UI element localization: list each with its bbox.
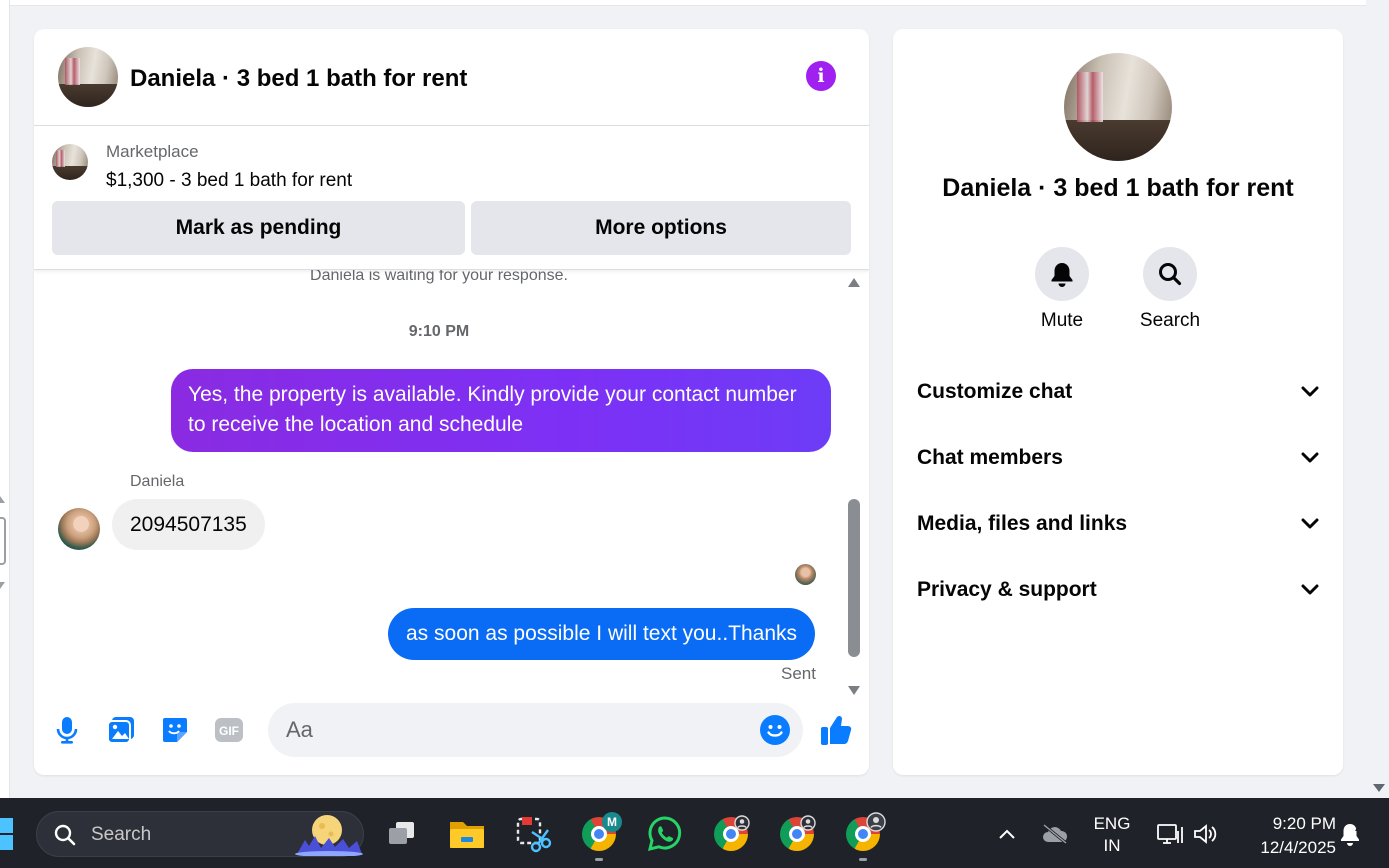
language-code: ENG [1093, 814, 1131, 833]
listing-title[interactable]: $1,300 - 3 bed 1 bath for rent [106, 170, 352, 192]
chat-header: Daniela · 3 bed 1 bath for rent i [34, 29, 869, 126]
chevron-down-icon [1301, 518, 1319, 529]
section-label: Privacy & support [917, 578, 1097, 601]
search-icon[interactable] [1143, 247, 1197, 301]
profile-title: Daniela · 3 bed 1 bath for rent [942, 174, 1294, 202]
file-explorer-icon[interactable] [445, 812, 489, 856]
section-label: Media, files and links [917, 512, 1128, 535]
region-code: IN [1103, 836, 1121, 855]
scroll-up-arrow-icon[interactable] [0, 496, 5, 503]
search-highlight-icon [295, 815, 363, 856]
section-label: Chat members [917, 446, 1063, 469]
chat-panel: Daniela · 3 bed 1 bath for rent i Market… [34, 29, 869, 775]
mute-action[interactable]: Mute [1007, 247, 1117, 332]
language-indicator[interactable]: ENG IN [1088, 813, 1136, 857]
section-customize-chat[interactable]: Customize chat [917, 372, 1319, 412]
page-scrollbar[interactable] [1367, 0, 1389, 798]
mark-as-pending-button[interactable]: Mark as pending [52, 201, 465, 255]
section-privacy-support[interactable]: Privacy & support [917, 570, 1319, 610]
clock-time: 9:20 PM [1272, 814, 1336, 833]
chevron-down-icon [1301, 584, 1319, 595]
outgoing-message[interactable]: Yes, the property is available. Kindly p… [171, 369, 831, 452]
sticker-icon[interactable] [160, 714, 190, 746]
gif-icon[interactable]: GIF [214, 714, 244, 746]
section-chat-members[interactable]: Chat members [917, 438, 1319, 478]
chrome-icon[interactable] [775, 812, 819, 856]
message-list: Daniela is waiting for your response. 9:… [34, 270, 869, 700]
info-icon[interactable]: i [806, 61, 836, 91]
left-edge-scroll [0, 0, 10, 798]
read-receipt-avatar [795, 564, 816, 585]
listing-thumbnail[interactable] [52, 144, 88, 180]
edge-scroll-handle[interactable] [0, 517, 6, 565]
marketplace-label: Marketplace [106, 142, 199, 161]
scroll-down-arrow-icon[interactable] [0, 582, 5, 589]
snipping-tool-icon[interactable] [511, 812, 555, 856]
notification-bell-icon[interactable]: z [1328, 812, 1372, 856]
taskbar-search-label: Search [91, 824, 152, 845]
cloud-offline-icon[interactable] [1033, 812, 1077, 856]
svg-text:z: z [1355, 823, 1360, 833]
clock-date: 12/4/2025 [1260, 838, 1336, 857]
chevron-down-icon [1301, 386, 1319, 397]
mute-label: Mute [1040, 310, 1084, 331]
sender-name: Daniela [130, 473, 185, 490]
search-action[interactable]: Search [1115, 247, 1225, 332]
section-label: Customize chat [917, 380, 1073, 403]
microphone-icon[interactable] [52, 714, 82, 746]
windows-start-icon[interactable] [0, 818, 13, 850]
emoji-icon[interactable] [760, 715, 790, 745]
chevron-up-icon[interactable] [985, 812, 1029, 856]
scroll-down-arrow-icon[interactable] [1373, 784, 1385, 792]
incoming-message[interactable]: 2094507135 [112, 499, 265, 550]
chrome-icon[interactable] [841, 812, 886, 856]
conversation-avatar[interactable] [58, 47, 118, 107]
scrollbar-thumb[interactable] [848, 499, 860, 657]
image-icon[interactable] [106, 714, 136, 746]
message-input-box[interactable] [268, 703, 803, 757]
search-icon [54, 824, 76, 846]
scroll-down-arrow-icon[interactable] [848, 686, 860, 695]
running-indicator [595, 858, 603, 861]
waiting-notice: Daniela is waiting for your response. [310, 270, 568, 284]
conversation-title[interactable]: Daniela · 3 bed 1 bath for rent [130, 65, 467, 93]
volume-icon[interactable] [1184, 812, 1228, 856]
message-composer: GIF [34, 700, 869, 775]
chrome-profile-icon[interactable]: M [577, 812, 622, 856]
thumbs-up-icon[interactable] [818, 712, 854, 748]
message-scrollbar[interactable] [847, 270, 861, 695]
chrome-icon[interactable] [709, 812, 753, 856]
section-media-files-links[interactable]: Media, files and links [917, 504, 1319, 544]
marketplace-banner: Marketplace $1,300 - 3 bed 1 bath for re… [34, 126, 869, 270]
message-status: Sent [781, 664, 816, 683]
svg-text:GIF: GIF [219, 724, 239, 738]
bell-icon[interactable] [1035, 247, 1089, 301]
whatsapp-icon[interactable] [643, 812, 687, 856]
outgoing-message[interactable]: as soon as possible I will text you..Tha… [388, 608, 816, 660]
running-indicator [859, 858, 867, 861]
task-view-icon[interactable] [380, 812, 424, 856]
chevron-down-icon [1301, 452, 1319, 463]
message-timestamp: 9:10 PM [408, 323, 470, 340]
taskbar-search-box[interactable]: Search [36, 811, 364, 857]
more-options-button[interactable]: More options [471, 201, 851, 255]
message-input[interactable] [286, 703, 736, 757]
system-clock[interactable]: 9:20 PM 12/4/2025 [1230, 812, 1336, 860]
scroll-up-arrow-icon[interactable] [848, 278, 860, 287]
window-top-strip [0, 0, 1366, 6]
sender-avatar[interactable] [58, 508, 100, 550]
profile-badge: M [602, 812, 622, 832]
conversation-details-panel: Daniela · 3 bed 1 bath for rent Mute Sea… [893, 29, 1343, 775]
search-label: Search [1139, 310, 1201, 331]
profile-avatar[interactable] [1064, 53, 1172, 161]
